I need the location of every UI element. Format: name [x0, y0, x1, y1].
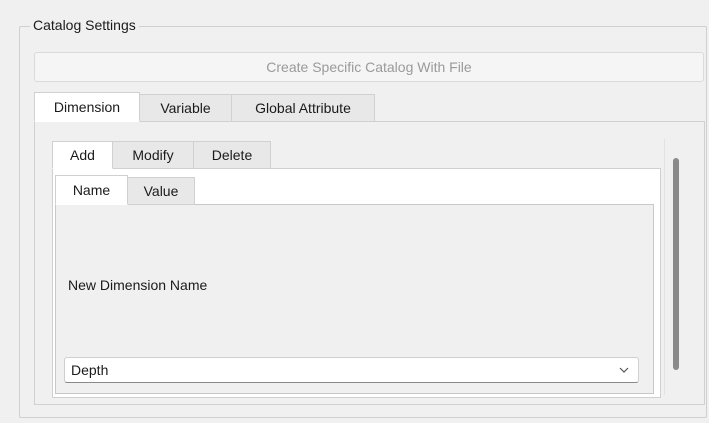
tab-modify[interactable]: Modify: [112, 141, 194, 169]
tab-global-attribute[interactable]: Global Attribute: [231, 94, 375, 122]
tab-value[interactable]: Value: [127, 177, 195, 205]
catalog-settings-window: Catalog Settings Create Specific Catalog…: [0, 0, 709, 423]
scrollbar-track[interactable]: [664, 139, 694, 395]
dimension-name-combobox[interactable]: Depth: [64, 357, 639, 383]
tab-add[interactable]: Add: [52, 141, 113, 169]
combobox-selected-value: Depth: [71, 362, 109, 378]
tab-name[interactable]: Name: [55, 175, 128, 205]
chevron-down-icon[interactable]: [618, 362, 630, 378]
tab-dimension[interactable]: Dimension: [34, 92, 140, 122]
scrollbar-thumb[interactable]: [673, 158, 679, 370]
groupbox-title: Catalog Settings: [30, 16, 139, 34]
create-specific-catalog-button[interactable]: Create Specific Catalog With File: [34, 52, 704, 82]
tab-delete[interactable]: Delete: [193, 141, 271, 169]
tab-variable[interactable]: Variable: [139, 94, 232, 122]
new-dimension-name-label: New Dimension Name: [68, 277, 208, 293]
